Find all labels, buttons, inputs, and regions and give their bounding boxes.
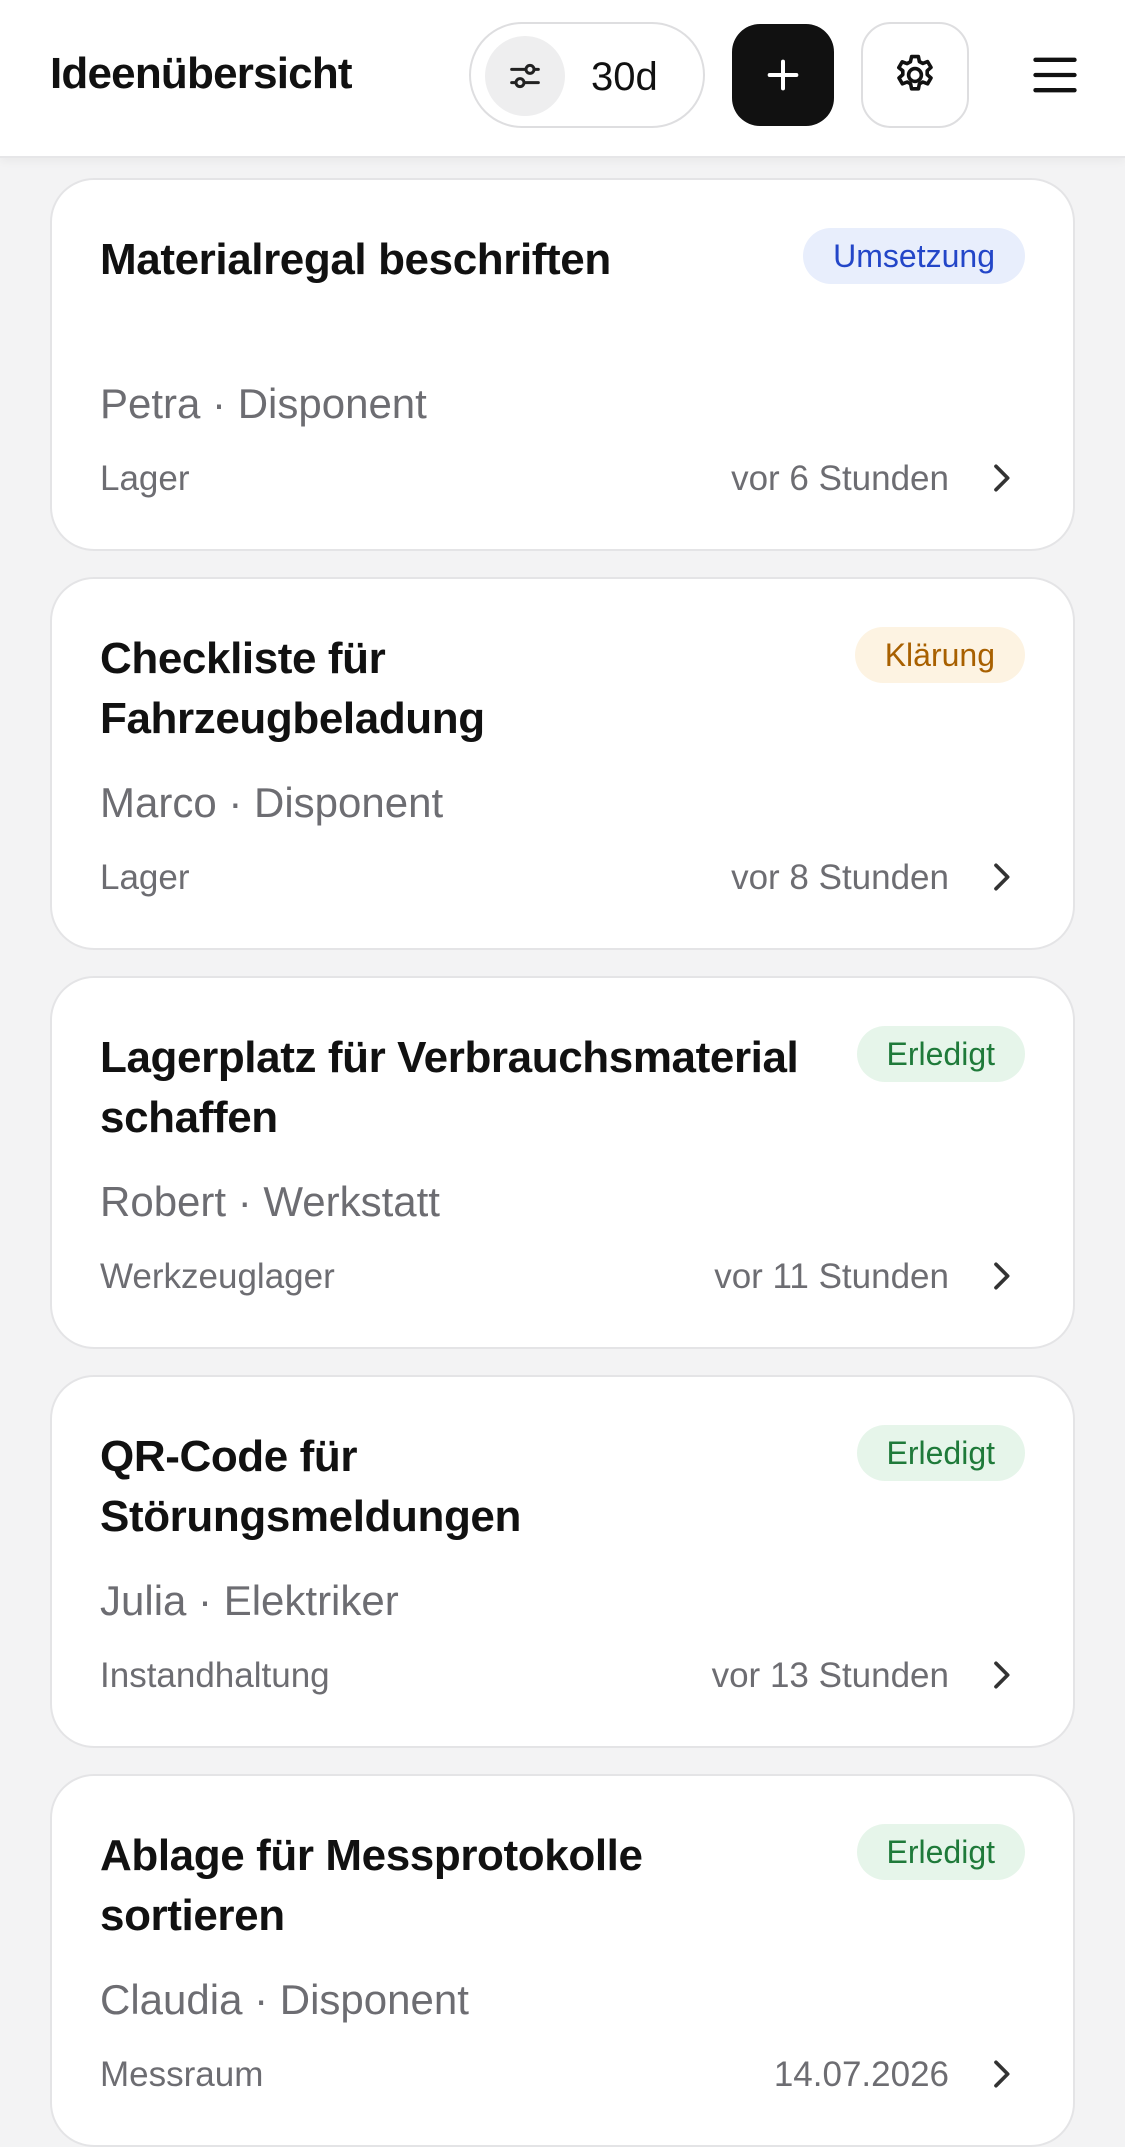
idea-author: Petra · Disponent xyxy=(100,380,427,427)
idea-author: Julia · Elektriker xyxy=(100,1577,399,1624)
idea-title: Checkliste für Fahrzeugbeladung xyxy=(100,634,485,743)
idea-author: Marco · Disponent xyxy=(100,779,444,826)
idea-title: Lagerplatz für Verbrauchsmaterial schaff… xyxy=(100,1033,799,1142)
idea-title: QR-Code für Störungsmeldungen xyxy=(100,1432,521,1541)
idea-card[interactable]: QR-Code für Störungsmeldungen Erledigt J… xyxy=(50,1375,1075,1748)
chevron-right-icon xyxy=(994,1262,1010,1290)
sliders-icon xyxy=(485,36,565,116)
chevron-right-icon xyxy=(994,464,1010,492)
chevron-right-icon xyxy=(994,863,1010,891)
idea-area: Lager xyxy=(100,459,190,498)
menu-button[interactable] xyxy=(1010,30,1100,120)
idea-area: Messraum xyxy=(100,2055,264,2094)
idea-card[interactable]: Lagerplatz für Verbrauchsmaterial schaff… xyxy=(50,976,1075,1349)
time-filter-button[interactable]: 30d xyxy=(469,22,705,128)
status-badge: Klärung xyxy=(854,627,1025,683)
chevron-right-icon xyxy=(994,2060,1010,2088)
app-header: Ideenübersicht 30d xyxy=(0,0,1125,158)
idea-area: Lager xyxy=(100,858,190,897)
idea-card[interactable]: Checkliste für Fahrzeugbeladung Klärung … xyxy=(50,577,1075,950)
time-filter-label: 30d xyxy=(591,55,658,99)
status-badge: Erledigt xyxy=(856,1425,1025,1481)
idea-area: Werkzeuglager xyxy=(100,1257,335,1296)
idea-timestamp: vor 13 Stunden xyxy=(711,1656,949,1695)
add-idea-button[interactable] xyxy=(732,24,834,126)
gear-icon xyxy=(897,54,933,91)
status-badge: Umsetzung xyxy=(803,228,1025,284)
idea-title: Ablage für Messprotokolle sortieren xyxy=(100,1831,643,1940)
idea-author: Claudia · Disponent xyxy=(100,1976,469,2023)
idea-author: Robert · Werkstatt xyxy=(100,1178,440,1225)
idea-timestamp: vor 11 Stunden xyxy=(714,1257,949,1296)
settings-button[interactable] xyxy=(861,22,969,128)
idea-area: Instandhaltung xyxy=(100,1656,330,1695)
chevron-right-icon xyxy=(994,1661,1010,1689)
idea-card[interactable]: Ablage für Messprotokolle sortieren Erle… xyxy=(50,1774,1075,2147)
idea-timestamp: vor 8 Stunden xyxy=(731,858,949,897)
page-title: Ideenübersicht xyxy=(50,49,353,98)
status-badge: Erledigt xyxy=(856,1824,1025,1880)
idea-title: Materialregal beschriften xyxy=(100,235,611,284)
hamburger-menu-icon xyxy=(1033,57,1077,93)
idea-card[interactable]: Materialregal beschriften Umsetzung Petr… xyxy=(50,178,1075,551)
idea-timestamp: vor 6 Stunden xyxy=(731,459,949,498)
plus-icon xyxy=(767,59,799,91)
status-badge: Erledigt xyxy=(856,1026,1025,1082)
idea-timestamp: 14.07.2026 xyxy=(773,2055,949,2094)
